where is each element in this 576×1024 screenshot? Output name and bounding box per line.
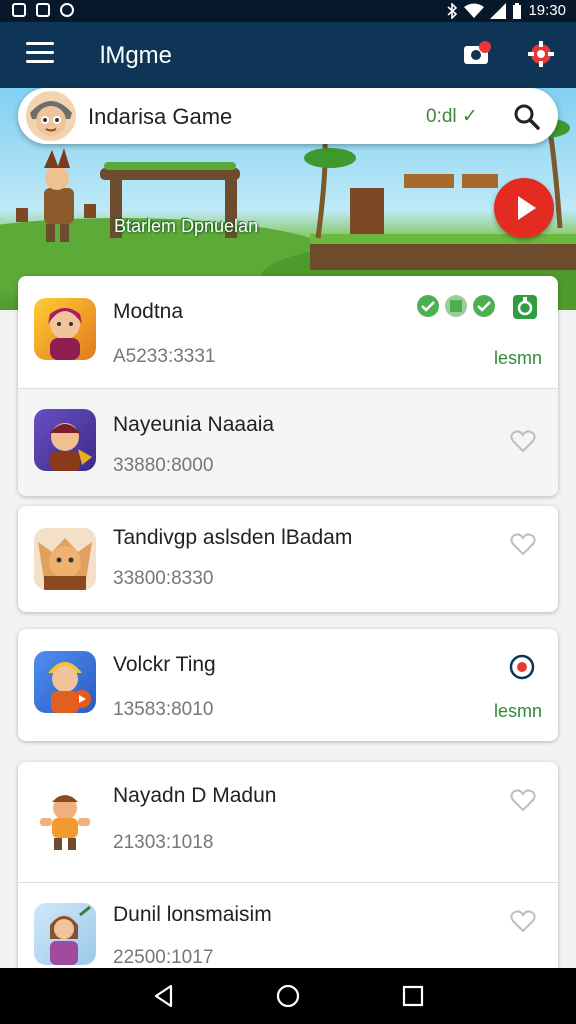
game-name: Tandivgp aslsden lBadam [113, 526, 353, 549]
battery-icon [513, 2, 522, 19]
play-icon [518, 196, 536, 220]
game-list-card: Modtna A5233:3331 lesmn Nayeunia Naaaia … [18, 276, 558, 496]
game-code: 21303:1018 [113, 832, 214, 853]
heart-outline-icon[interactable] [510, 788, 536, 812]
gear-icon[interactable] [526, 40, 556, 68]
install-link[interactable]: lesmn [494, 348, 542, 369]
home-icon[interactable] [276, 984, 300, 1008]
record-icon[interactable] [508, 653, 536, 681]
heart-outline-icon[interactable] [510, 532, 536, 556]
image-icon [36, 3, 50, 17]
status-time: 19:30 [528, 2, 566, 19]
game-name: Nayadn D Madun [113, 784, 277, 807]
image-icon [12, 3, 26, 17]
menu-icon[interactable] [26, 42, 54, 64]
game-icon [34, 409, 96, 471]
play-button[interactable] [494, 178, 554, 238]
game-code: 22500:1017 [113, 947, 214, 968]
list-item[interactable]: Tandivgp aslsden lBadam 33800:8330 [18, 506, 558, 612]
sync-icon [60, 3, 74, 17]
check-icon [417, 295, 439, 317]
game-list-card: Volckr Ting 13583:8010 lesmn [18, 629, 558, 741]
game-icon [34, 651, 96, 713]
game-list-card: Nayadn D Madun 21303:1018 Dunil lonsmais… [18, 762, 558, 992]
status-bar: 19:30 [0, 0, 576, 22]
list-item[interactable]: Nayadn D Madun 21303:1018 [18, 762, 558, 882]
list-item[interactable]: Modtna A5233:3331 lesmn [18, 276, 558, 388]
game-name: Volckr Ting [113, 653, 216, 676]
check-icon [445, 295, 467, 317]
heart-outline-icon[interactable] [510, 429, 536, 453]
app-bar: lMgme [0, 22, 576, 88]
game-code: A5233:3331 [113, 346, 216, 367]
camera-icon[interactable] [462, 40, 492, 68]
wifi-icon [464, 3, 485, 18]
signal-icon [490, 2, 507, 19]
game-icon [34, 903, 96, 965]
game-icon [34, 528, 96, 590]
game-code: 13583:8010 [113, 699, 214, 720]
app-title: lMgme [100, 42, 173, 69]
banner-label: Btarlem Dpnuelan [114, 216, 259, 236]
game-icon [34, 790, 96, 852]
search-title: Indarisa Game [88, 104, 233, 129]
game-icon [34, 298, 96, 360]
game-name: Modtna [113, 300, 184, 323]
search-icon[interactable] [510, 100, 544, 134]
avatar[interactable] [26, 91, 76, 141]
heart-outline-icon[interactable] [510, 909, 536, 933]
search-card[interactable]: Indarisa Game 0:dl ✓ [18, 88, 558, 144]
back-icon[interactable] [152, 984, 176, 1008]
game-code: 33800:8330 [113, 568, 214, 589]
android-icon[interactable] [512, 294, 538, 320]
navigation-bar [0, 968, 576, 1024]
check-badges [417, 295, 495, 317]
list-item[interactable]: Volckr Ting 13583:8010 lesmn [18, 629, 558, 741]
game-name: Nayeunia Naaaia [113, 413, 275, 436]
game-list-card: Tandivgp aslsden lBadam 33800:8330 [18, 506, 558, 612]
list-item[interactable]: Nayeunia Naaaia 33880:8000 [18, 389, 558, 496]
game-code: 33880:8000 [113, 455, 214, 476]
bluetooth-icon [447, 2, 458, 19]
check-icon [473, 295, 495, 317]
install-link[interactable]: lesmn [494, 701, 542, 722]
game-name: Dunil lonsmaisim [113, 903, 272, 926]
search-status: 0:dl ✓ [426, 106, 478, 127]
recents-icon[interactable] [402, 985, 424, 1007]
avatar-face [30, 101, 72, 136]
